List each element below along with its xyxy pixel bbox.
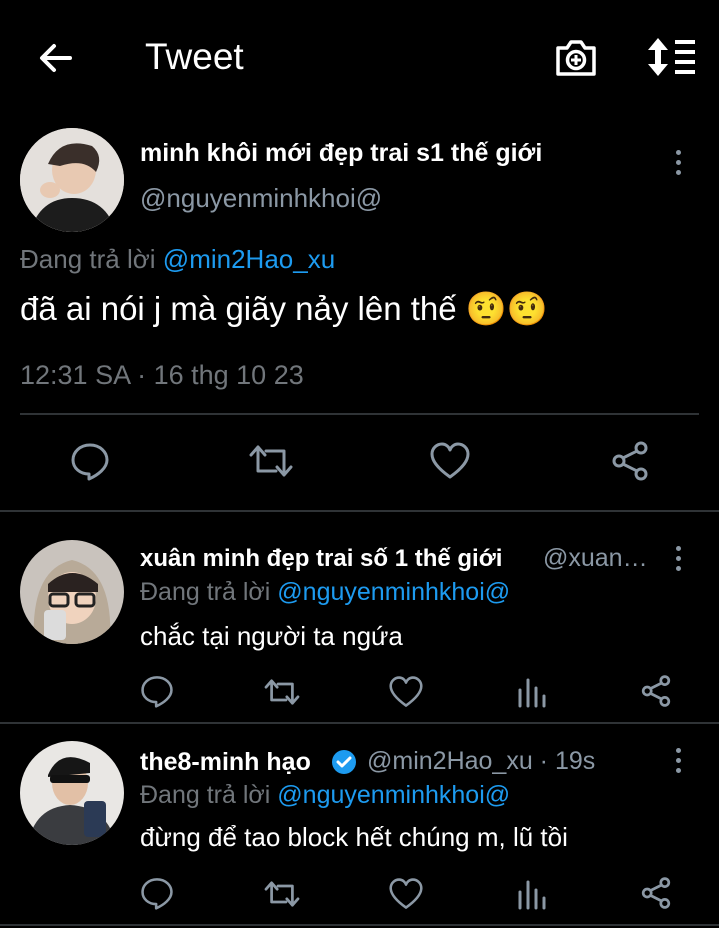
like-heart-icon[interactable] xyxy=(389,877,423,911)
reply-icon[interactable] xyxy=(140,674,174,708)
avatar[interactable] xyxy=(20,540,124,644)
tweet-text-line: đã ai nói j mà giãy nảy lên thế 🤨🤨 xyxy=(20,290,548,329)
like-heart-icon[interactable] xyxy=(430,441,470,481)
share-icon[interactable] xyxy=(640,675,672,707)
tweet-text: đừng để tao block hết chúng m, lũ tồi xyxy=(140,822,568,852)
reply-icon[interactable] xyxy=(70,441,110,481)
reply-to-link[interactable]: @min2Hao_xu xyxy=(163,244,335,274)
divider xyxy=(20,413,699,415)
avatar[interactable] xyxy=(20,741,124,845)
retweet-icon[interactable] xyxy=(263,676,301,708)
more-options-icon[interactable] xyxy=(673,748,683,778)
display-name[interactable]: xuân minh đẹp trai số 1 thế giới xyxy=(140,545,502,573)
reply-prefix: Đang trả lời xyxy=(140,781,271,809)
reply-context: Đang trả lời @nguyenminhkhoi@ xyxy=(140,578,510,607)
section-divider xyxy=(0,722,719,724)
camera-add-icon[interactable] xyxy=(554,36,598,78)
reply-icon[interactable] xyxy=(140,876,174,910)
reply-to-link[interactable]: @nguyenminhkhoi@ xyxy=(277,781,510,809)
retweet-icon[interactable] xyxy=(248,441,294,481)
display-name[interactable]: the8-minh hạo xyxy=(140,748,311,777)
tweet-text: chắc tại người ta ngứa xyxy=(140,621,403,651)
user-handle[interactable]: @nguyenminhkhoi@ xyxy=(140,183,382,214)
like-heart-icon[interactable] xyxy=(389,675,423,709)
verified-badge-icon xyxy=(331,749,357,775)
retweet-icon[interactable] xyxy=(263,878,301,910)
top-bar: Tweet xyxy=(0,0,719,118)
avatar[interactable] xyxy=(20,128,124,232)
analytics-icon[interactable] xyxy=(518,878,546,910)
tweet-text: đã ai nói j mà giãy nảy lên thế xyxy=(20,290,457,327)
reply-context: Đang trả lời @min2Hao_xu xyxy=(20,244,335,275)
user-handle[interactable]: @xuan… xyxy=(543,544,648,573)
raised-eyebrow-emoji: 🤨🤨 xyxy=(465,290,548,327)
share-icon[interactable] xyxy=(640,877,672,909)
reply-context: Đang trả lời @nguyenminhkhoi@ xyxy=(140,781,510,810)
more-options-icon[interactable] xyxy=(673,150,683,180)
tweet-timestamp: 12:31 SA · 16 thg 10 23 xyxy=(20,360,304,390)
sort-icon[interactable] xyxy=(646,36,698,78)
share-icon[interactable] xyxy=(610,441,650,481)
back-arrow-icon[interactable] xyxy=(36,38,76,78)
more-options-icon[interactable] xyxy=(673,546,683,576)
section-divider xyxy=(0,510,719,512)
reply-prefix: Đang trả lời xyxy=(140,578,271,606)
section-divider xyxy=(0,924,719,926)
user-handle[interactable]: @min2Hao_xu · 19s xyxy=(367,747,595,776)
reply-prefix: Đang trả lời xyxy=(20,244,156,274)
analytics-icon[interactable] xyxy=(518,676,546,708)
page-title: Tweet xyxy=(145,36,244,77)
display-name[interactable]: minh khôi mới đẹp trai s1 thế giới xyxy=(140,139,542,168)
reply-to-link[interactable]: @nguyenminhkhoi@ xyxy=(277,578,510,606)
